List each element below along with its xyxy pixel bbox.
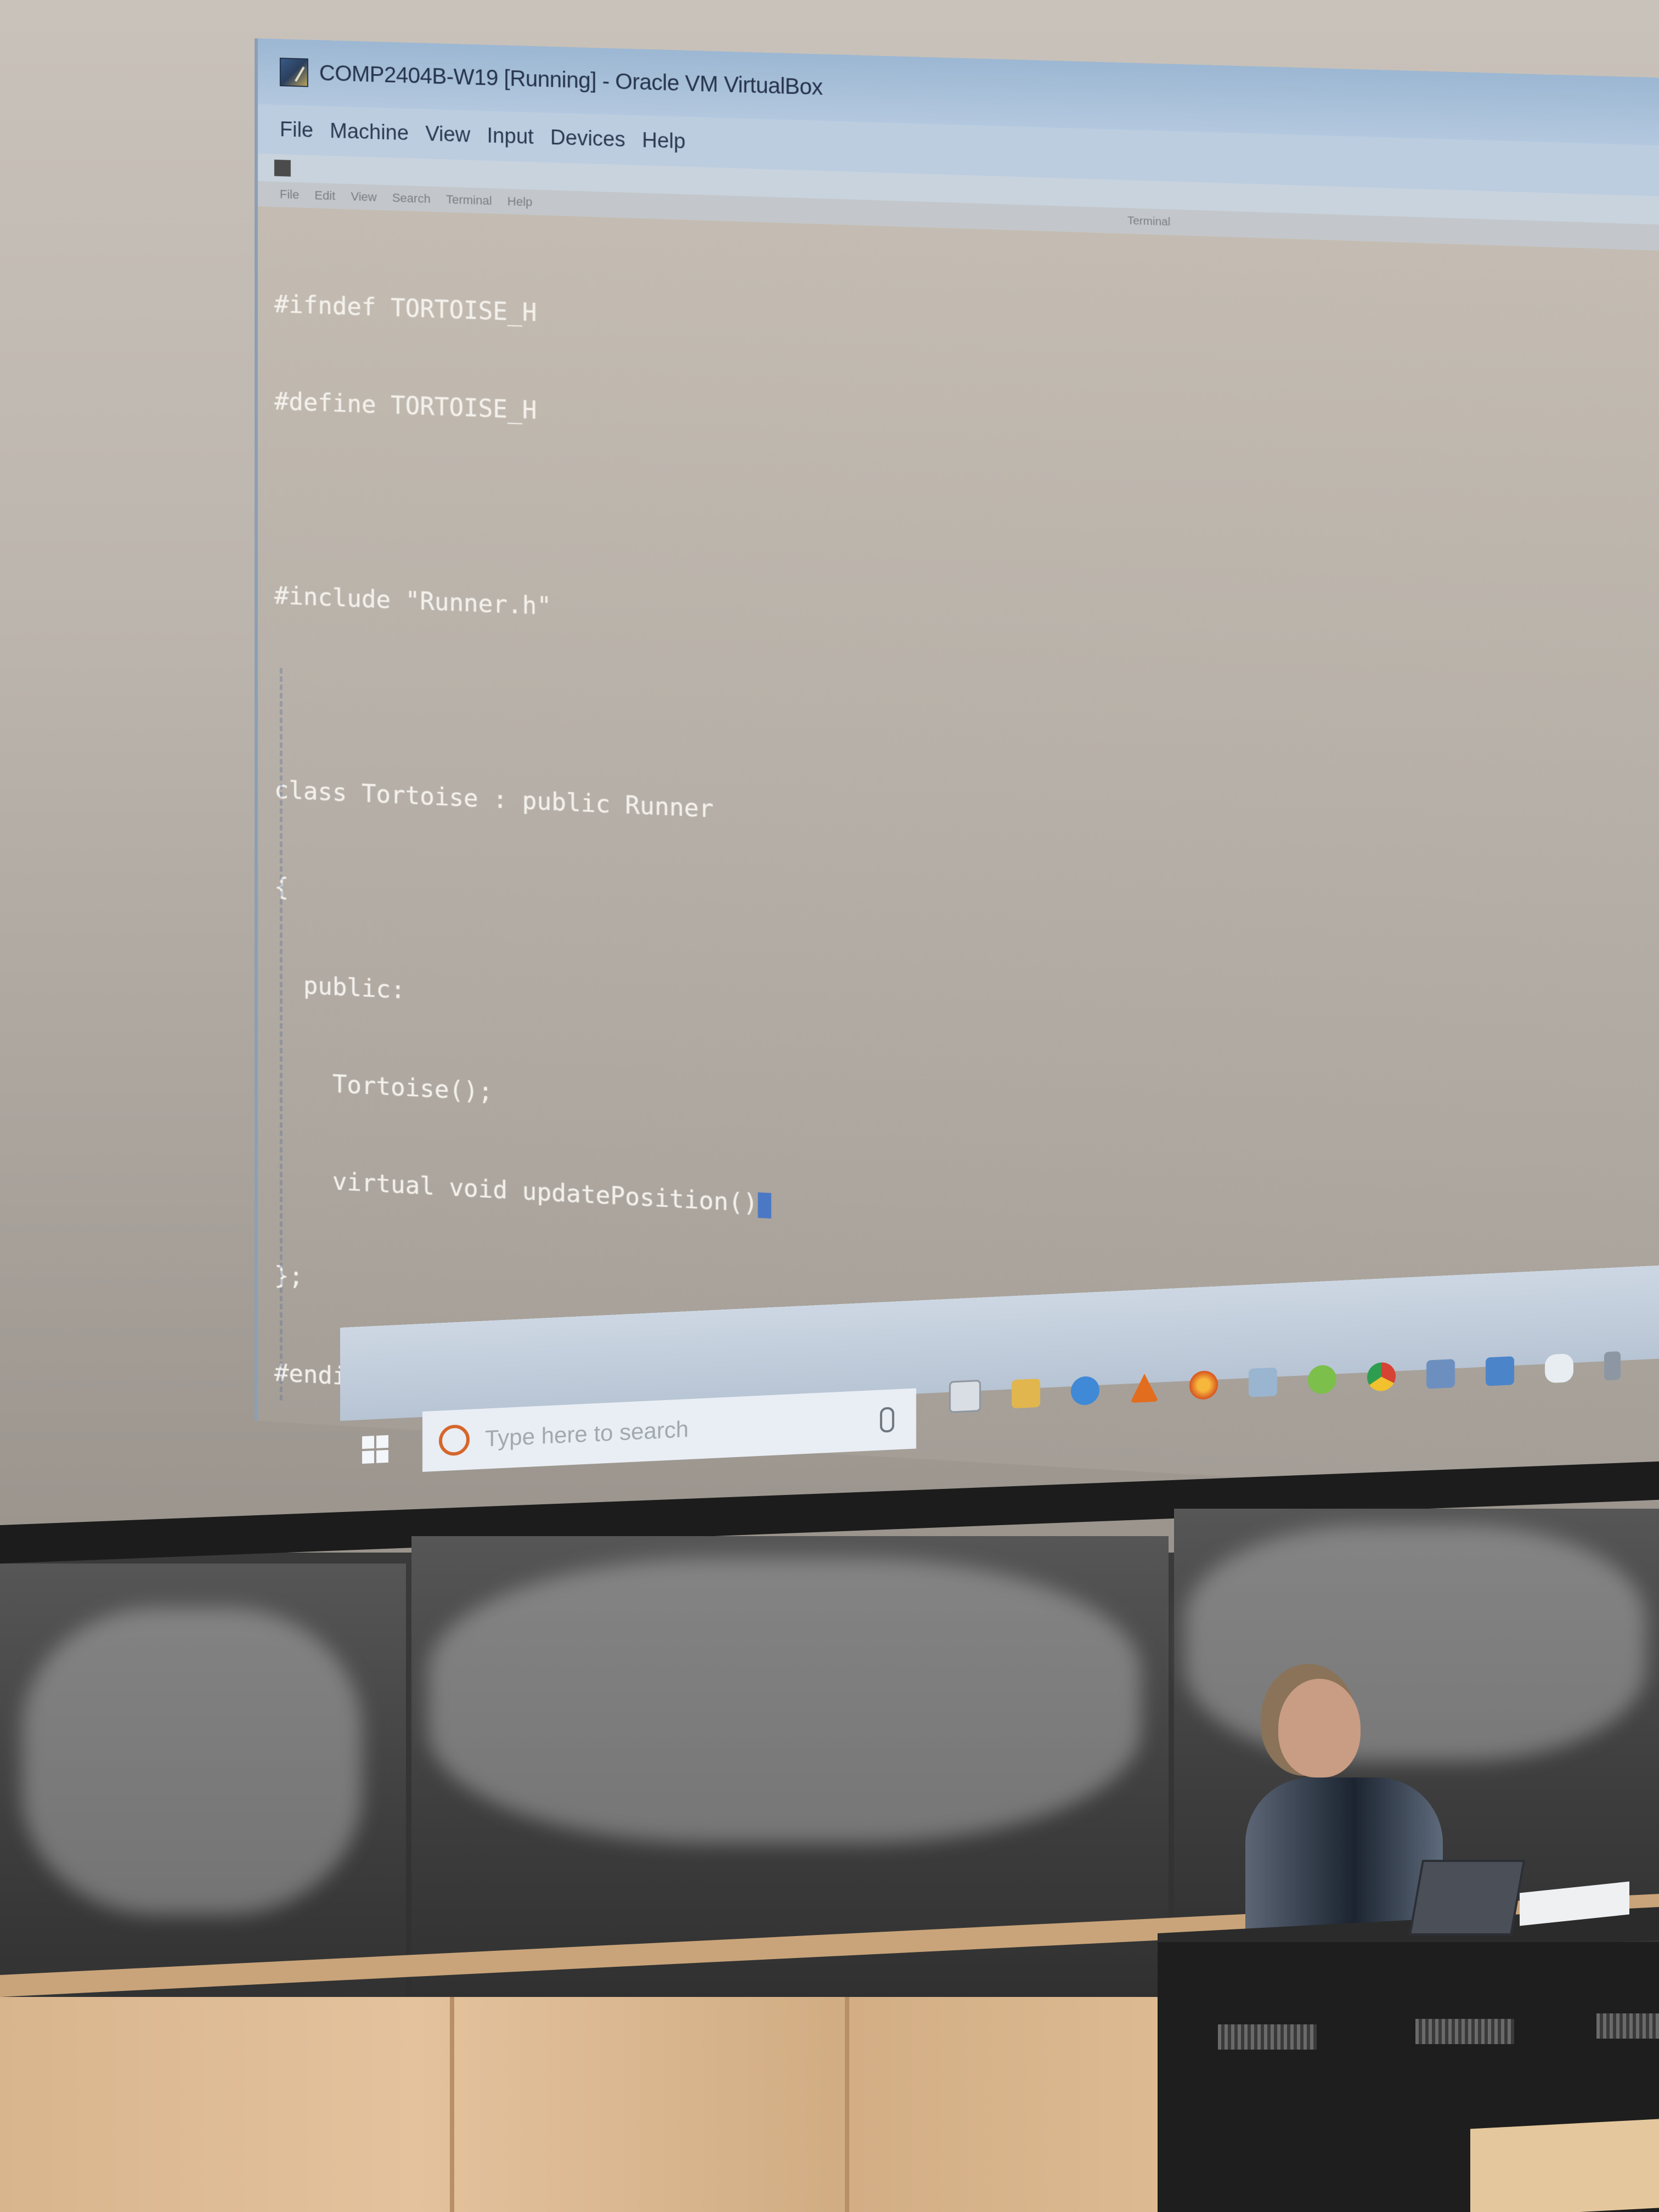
menu-view[interactable]: View: [425, 122, 470, 148]
menu-help[interactable]: Help: [642, 128, 685, 154]
podium-vent: [1218, 2024, 1317, 2050]
menu-devices[interactable]: Devices: [550, 126, 625, 151]
menu-machine[interactable]: Machine: [330, 119, 409, 145]
code-block[interactable]: #ifndef TORTOISE_H #define TORTOISE_H #i…: [274, 223, 772, 1482]
terminal-menu-terminal[interactable]: Terminal: [446, 193, 492, 208]
menu-input[interactable]: Input: [487, 124, 534, 149]
firefox-icon[interactable]: [1189, 1370, 1218, 1400]
file-explorer-icon[interactable]: [1012, 1378, 1040, 1409]
code-line-11: };: [274, 1261, 303, 1291]
code-line-6: class Tortoise : public Runner: [274, 776, 714, 823]
podium-vent: [1596, 2013, 1659, 2039]
wood-seam: [845, 1997, 849, 2212]
menu-file[interactable]: File: [280, 118, 313, 143]
code-line-1: #ifndef TORTOISE_H: [274, 290, 537, 328]
search-placeholder: Type here to search: [485, 1416, 689, 1452]
windows-start-icon[interactable]: [362, 1435, 390, 1464]
chrome-icon[interactable]: [1367, 1362, 1396, 1392]
cortana-icon[interactable]: [439, 1424, 470, 1457]
lecture-hall-photo: COMP2404B-W19 [Running] - Oracle VM Virt…: [0, 0, 1659, 2212]
window-title: COMP2404B-W19 [Running] - Oracle VM Virt…: [319, 60, 823, 100]
code-line-10: virtual void updatePosition(): [274, 1164, 758, 1218]
text-cursor: [758, 1192, 772, 1219]
store-icon[interactable]: [1426, 1359, 1455, 1389]
terminal-menu-file[interactable]: File: [280, 187, 299, 202]
code-line-2: #define TORTOISE_H: [274, 387, 537, 425]
mail-icon[interactable]: [1486, 1356, 1514, 1386]
lecturer-head: [1278, 1679, 1361, 1778]
terminal-menu-search[interactable]: Search: [392, 191, 431, 206]
guest-app-icon[interactable]: [274, 159, 291, 177]
code-line-4: #include "Runner.h": [274, 582, 552, 621]
terminal-menu-view[interactable]: View: [351, 189, 376, 205]
code-line-8: public:: [274, 970, 405, 1005]
refresh-icon[interactable]: [1308, 1364, 1336, 1395]
pin-icon[interactable]: [1604, 1351, 1621, 1381]
chalk-smudge: [1185, 1525, 1646, 1761]
terminal-title: Terminal: [1127, 215, 1171, 229]
virtualbox-app-icon: [279, 58, 308, 87]
virtualbox-icon[interactable]: [1249, 1367, 1277, 1397]
microphone-icon[interactable]: [880, 1407, 894, 1433]
laptop: [1408, 1860, 1526, 1936]
edge-icon[interactable]: [1071, 1375, 1099, 1406]
terminal-menu-edit[interactable]: Edit: [314, 188, 335, 203]
vim-tilde-gutter: [279, 668, 296, 1401]
cloud-icon[interactable]: [1545, 1353, 1573, 1384]
code-line-7: {: [274, 873, 289, 902]
desk-corner: [1470, 2117, 1659, 2212]
chalk-smudge: [22, 1607, 362, 1915]
chalk-smudge: [428, 1558, 1141, 1843]
terminal-menu-help[interactable]: Help: [507, 194, 533, 210]
code-line-10-wrap: virtual void updatePosition(): [274, 1163, 772, 1221]
wood-seam: [450, 1997, 454, 2212]
code-line-9: Tortoise();: [274, 1067, 493, 1107]
vlc-icon[interactable]: [1130, 1373, 1159, 1403]
podium-vent: [1415, 2019, 1514, 2044]
task-view-icon[interactable]: [949, 1379, 981, 1413]
